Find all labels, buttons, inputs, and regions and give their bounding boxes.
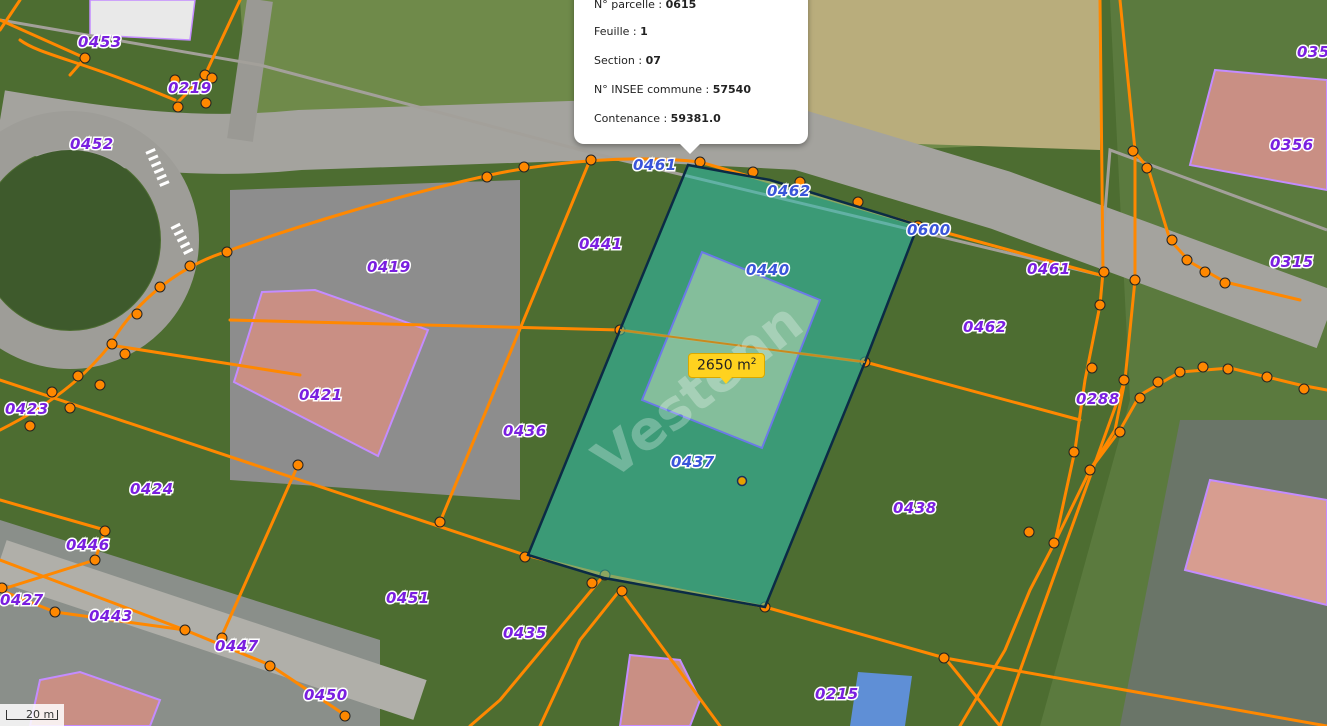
parcel-label[interactable]: 0288 [1075, 389, 1121, 410]
parcel-label[interactable]: 0219 [167, 78, 213, 99]
popup-row-contenance: Contenance : 59381.0 [594, 112, 721, 125]
parcel-label[interactable]: 0315 [1269, 252, 1315, 273]
parcel-label[interactable]: 0447 [214, 636, 260, 657]
parcel-label[interactable]: 0419 [366, 257, 412, 278]
parcel-info-popup[interactable]: N° parcelle : 0615 Feuille : 1 Section :… [574, 0, 808, 154]
parcel-centroid [736, 475, 748, 487]
parcel-label[interactable]: 0600 [906, 220, 952, 241]
parcel-label[interactable]: 0437 [670, 452, 716, 473]
popup-row-parcelle: N° parcelle : 0615 [594, 0, 697, 11]
parcel-label[interactable]: 0427 [0, 590, 45, 611]
parcel-label[interactable]: 0443 [88, 606, 134, 627]
parcel-label[interactable]: 0438 [892, 498, 938, 519]
parcel-label[interactable]: 0435 [502, 623, 548, 644]
building-blue [850, 672, 912, 726]
parcel-label[interactable]: 0461 [632, 155, 678, 176]
parcel-label[interactable]: 0446 [65, 535, 111, 556]
popup-row-feuille: Feuille : 1 [594, 25, 648, 38]
parcel-label[interactable]: 0453 [77, 32, 123, 53]
area-measure-badge: 2650 m2 [688, 353, 766, 384]
parcel-label[interactable]: 0441 [578, 234, 624, 255]
scale-bar: 20 m [0, 704, 64, 726]
cadastral-map[interactable]: Vestenn 0453 0219 0452 0419 0441 0421 0423 0424… [0, 0, 1327, 726]
parcel-label[interactable]: 0356 [1269, 135, 1315, 156]
parcel-label[interactable]: 0440 [745, 260, 791, 281]
parcel-label[interactable]: 0215 [814, 684, 860, 705]
parcel-label[interactable]: 0423 [4, 399, 50, 420]
popup-row-insee: N° INSEE commune : 57540 [594, 83, 751, 96]
parcel-label[interactable]: 0451 [385, 588, 431, 609]
popup-row-section: Section : 07 [594, 54, 661, 67]
parcel-label[interactable]: 0462 [962, 317, 1008, 338]
parcel-label[interactable]: 0436 [502, 421, 548, 442]
parcel-label[interactable]: 0461 [1026, 259, 1072, 280]
parcel-label[interactable]: 035 [1296, 42, 1327, 63]
parcel-label[interactable]: 0424 [129, 479, 175, 500]
parcel-label[interactable]: 0452 [69, 134, 115, 155]
parcel-label[interactable]: 0462 [766, 181, 812, 202]
parcel-label[interactable]: 0421 [298, 385, 344, 406]
parcel-label[interactable]: 0450 [303, 685, 349, 706]
